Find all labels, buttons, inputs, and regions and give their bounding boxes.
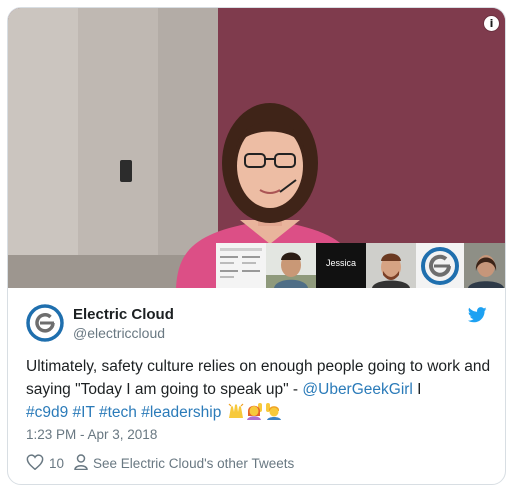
author-handle[interactable]: @electriccloud	[73, 324, 174, 342]
like-count[interactable]: 10	[49, 456, 64, 471]
screen-share-tile	[216, 243, 266, 288]
mention-link[interactable]: @UberGeekGirl	[302, 381, 412, 398]
woman-raising-hand-emoji	[246, 402, 264, 427]
person-raising-hand-emoji	[265, 402, 283, 427]
tweet-timestamp[interactable]: 1:23 PM - Apr 3, 2018	[26, 427, 157, 442]
hashtag-link-it[interactable]: #IT	[73, 404, 95, 421]
participant-tile	[266, 243, 316, 288]
participant-tile	[464, 243, 505, 288]
author-avatar[interactable]	[26, 304, 64, 342]
tweet-author-header: Electric Cloud @electriccloud	[26, 304, 174, 342]
tweet-text: Ultimately, safety culture relies on eno…	[26, 355, 491, 427]
hashtag-link-tech[interactable]: #tech	[99, 404, 137, 421]
twitter-bird-icon[interactable]	[467, 307, 487, 328]
other-tweets-link[interactable]: See Electric Cloud's other Tweets	[93, 456, 294, 471]
participant-strip: Jessica	[216, 243, 505, 288]
tweet-card[interactable]: i Jessica Electric Cloud @electriccloud …	[7, 7, 506, 485]
participant-name: Jessica	[325, 258, 356, 268]
tweet-actions: 10 See Electric Cloud's other Tweets	[26, 454, 294, 473]
electric-cloud-logo-tile	[416, 243, 464, 288]
heart-icon[interactable]	[26, 454, 44, 473]
author-names: Electric Cloud @electriccloud	[73, 305, 174, 342]
tweet-media-image[interactable]: i Jessica	[8, 8, 505, 288]
participant-tile	[366, 243, 416, 288]
raising-hands-emoji	[227, 402, 245, 427]
info-icon[interactable]: i	[484, 16, 499, 31]
participant-tile-jessica: Jessica	[316, 243, 366, 288]
person-icon	[74, 454, 88, 473]
tweet-text-part2: I	[412, 381, 422, 398]
author-display-name[interactable]: Electric Cloud	[73, 305, 174, 324]
hashtag-link-c9d9[interactable]: #c9d9	[26, 404, 68, 421]
hashtag-link-leadership[interactable]: #leadership	[141, 404, 221, 421]
